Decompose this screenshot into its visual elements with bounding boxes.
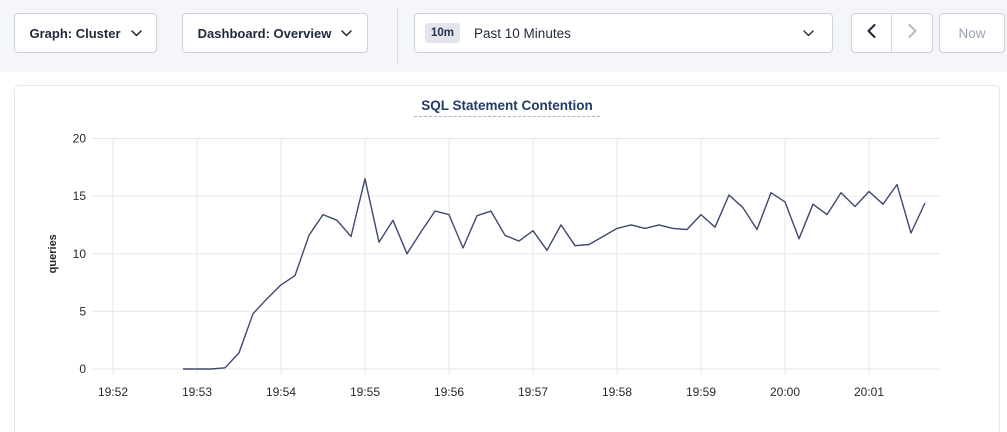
y-tick-labels: 0 5 10 15 20 <box>73 132 87 377</box>
svg-text:10: 10 <box>73 247 87 261</box>
svg-text:19:57: 19:57 <box>518 385 548 399</box>
svg-text:19:54: 19:54 <box>266 385 296 399</box>
svg-text:15: 15 <box>73 189 87 203</box>
x-gridlines <box>113 139 869 375</box>
svg-text:19:55: 19:55 <box>350 385 380 399</box>
svg-text:5: 5 <box>79 304 86 318</box>
svg-text:19:53: 19:53 <box>182 385 212 399</box>
y-gridlines <box>92 139 940 370</box>
svg-text:20:00: 20:00 <box>770 385 800 399</box>
svg-text:20:01: 20:01 <box>854 385 884 399</box>
contention-chart[interactable]: 0510152019:5219:5319:5419:5519:5619:5719… <box>0 0 1007 432</box>
svg-text:19:52: 19:52 <box>98 385 128 399</box>
svg-text:19:59: 19:59 <box>686 385 716 399</box>
series-line <box>183 179 925 369</box>
svg-text:19:58: 19:58 <box>602 385 632 399</box>
x-tick-labels: 19:52 19:53 19:54 19:55 19:56 19:57 19:58 19:59… <box>98 385 884 399</box>
svg-text:20: 20 <box>73 132 87 146</box>
svg-text:0: 0 <box>79 362 86 376</box>
svg-text:19:56: 19:56 <box>434 385 464 399</box>
y-axis-label: queries <box>47 234 59 273</box>
